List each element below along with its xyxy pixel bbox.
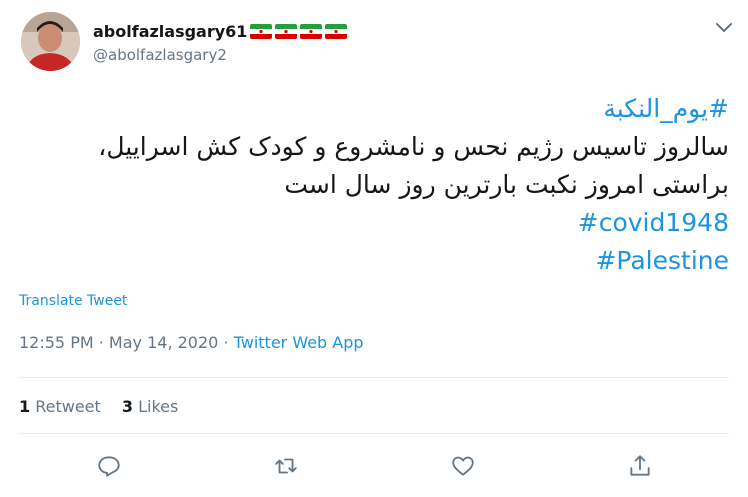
user-handle[interactable]: @abolfazlasgary2 <box>93 46 347 64</box>
iran-flag-icon <box>300 23 323 39</box>
avatar[interactable] <box>21 12 80 71</box>
hashtag-palestine[interactable]: #Palestine <box>595 246 729 275</box>
iran-flag-icon <box>250 23 273 39</box>
avatar-image <box>21 12 80 71</box>
retweets-label: Retweet <box>30 397 101 416</box>
translate-tweet-link[interactable]: Translate Tweet <box>19 293 127 309</box>
hashtag-yawm-al-nakba[interactable]: #یوم_النکبة <box>29 90 729 128</box>
retweet-icon[interactable] <box>273 453 303 483</box>
tweet-actions <box>0 445 748 489</box>
reply-icon[interactable] <box>96 453 126 483</box>
iran-flag-icon <box>325 23 348 39</box>
likes-stat[interactable]: 3 Likes <box>122 397 178 416</box>
tweet-line-1: سالروز تاسیس رژیم نحس و نامشروع و کودک ک… <box>98 132 729 161</box>
display-name-text: abolfazlasgary61 <box>93 21 248 41</box>
share-icon[interactable] <box>627 453 657 483</box>
retweets-count: 1 <box>19 397 31 416</box>
divider <box>19 377 729 378</box>
iran-flag-icon <box>275 23 298 39</box>
tweet-date[interactable]: May 14, 2020 <box>109 333 218 352</box>
likes-count: 3 <box>121 397 134 416</box>
meta-separator: · <box>93 333 109 352</box>
tweet-metadata: 12:55 PM · May 14, 2020 · Twitter Web Ap… <box>19 333 364 352</box>
likes-label: Likes <box>133 397 179 416</box>
tweet-header: abolfazlasgary61 @abolfazlasgary2 <box>21 12 735 76</box>
retweets-stat[interactable]: 1 Retweet <box>19 397 101 416</box>
tweet-text: #یوم_النکبة سالروز تاسیس رژیم نحس و نامش… <box>29 90 729 280</box>
tweet-time[interactable]: 12:55 PM <box>19 333 94 352</box>
more-options-chevron-down-icon[interactable] <box>713 18 735 36</box>
meta-separator: · <box>218 333 234 352</box>
user-names: abolfazlasgary61 @abolfazlasgary2 <box>93 20 348 64</box>
divider <box>19 433 729 434</box>
tweet-source-link[interactable]: Twitter Web App <box>234 333 364 352</box>
like-icon[interactable] <box>450 453 480 483</box>
tweet-line-2: براستی امروز نکبت بارترین روز سال است <box>284 170 729 199</box>
tweet-stats: 1 Retweet 3 Likes <box>19 397 194 416</box>
display-name[interactable]: abolfazlasgary61 <box>93 20 348 42</box>
hashtag-covid1948[interactable]: #covid1948 <box>578 208 729 237</box>
